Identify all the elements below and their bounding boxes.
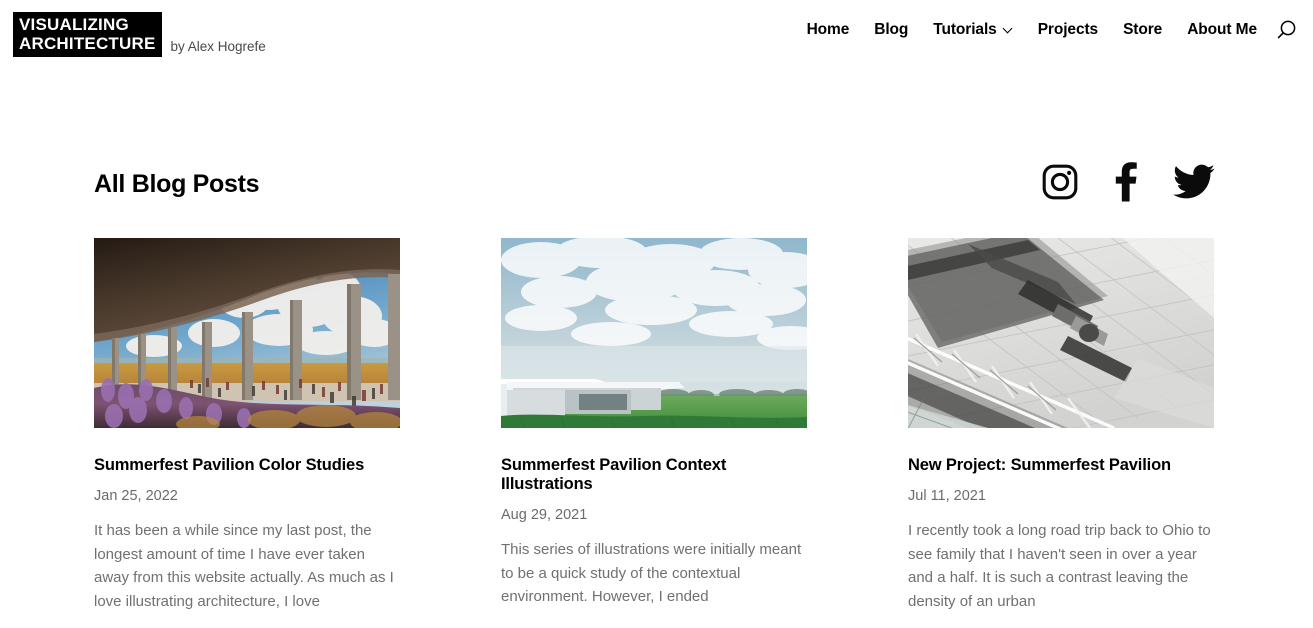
post-title[interactable]: New Project: Summerfest Pavilion — [908, 456, 1214, 475]
post-excerpt: This series of illustrations were initia… — [501, 541, 802, 605]
nav-item-blog[interactable]: Blog — [874, 21, 908, 39]
blog-post-card: Summerfest Pavilion Context Illustration… — [501, 238, 807, 628]
post-date: Aug 29, 2021 — [501, 507, 588, 523]
main-content: All Blog Posts Summerfest Pavilion Color… — [0, 146, 1313, 628]
site-logo[interactable]: VISUALIZING ARCHITECTURE by Alex Hogrefe — [13, 12, 266, 57]
logo-byline: by Alex Hogrefe — [170, 39, 266, 54]
nav-item-blog-label: Blog — [874, 21, 909, 38]
nav-item-about-me-label: About Me — [1187, 21, 1257, 38]
logo-block: VISUALIZING ARCHITECTURE — [13, 12, 162, 57]
logo-line-architecture: ARCHITECTURE — [19, 34, 156, 53]
post-thumbnail-image[interactable] — [908, 238, 1214, 428]
nav-item-projects-label: Projects — [1037, 21, 1099, 38]
post-date: Jan 25, 2022 — [94, 488, 178, 504]
blog-posts-grid: Summerfest Pavilion Color Studies Jan 25… — [94, 238, 1219, 628]
twitter-icon[interactable] — [1173, 164, 1215, 205]
logo-line-visualizing: VISUALIZING — [19, 15, 129, 34]
post-title[interactable]: Summerfest Pavilion Color Studies — [94, 456, 400, 475]
instagram-icon[interactable] — [1041, 163, 1079, 206]
facebook-icon[interactable] — [1113, 161, 1139, 207]
blog-post-card: Summerfest Pavilion Color Studies Jan 25… — [94, 238, 400, 628]
post-date: Jul 11, 2021 — [908, 488, 986, 504]
nav-item-projects[interactable]: Projects — [1038, 21, 1098, 39]
nav-item-home-label: Home — [806, 21, 850, 38]
nav-item-home[interactable]: Home — [807, 21, 850, 39]
site-header: VISUALIZING ARCHITECTURE by Alex Hogrefe… — [0, 0, 1313, 72]
nav-item-tutorials-label: Tutorials — [933, 21, 997, 38]
chevron-down-icon — [1004, 25, 1013, 34]
page-title: All Blog Posts — [94, 169, 260, 198]
search-icon[interactable] — [1273, 18, 1299, 44]
nav-item-store[interactable]: Store — [1123, 21, 1162, 39]
nav-item-store-label: Store — [1123, 21, 1163, 38]
main-navigation: Home Blog Tutorials Projects Store About… — [807, 21, 1258, 39]
post-title[interactable]: Summerfest Pavilion Context Illustration… — [501, 456, 807, 494]
social-links — [1041, 161, 1215, 207]
blog-post-card: New Project: Summerfest Pavilion Jul 11,… — [908, 238, 1214, 628]
page-title-row: All Blog Posts — [94, 146, 1219, 222]
post-excerpt: I recently took a long road trip back to… — [908, 522, 1211, 610]
post-thumbnail-image[interactable] — [94, 238, 400, 428]
post-excerpt: It has been a while since my last post, … — [94, 522, 394, 610]
nav-item-tutorials[interactable]: Tutorials — [933, 21, 1012, 39]
post-thumbnail-image[interactable] — [501, 238, 807, 428]
nav-item-about-me[interactable]: About Me — [1187, 21, 1257, 39]
